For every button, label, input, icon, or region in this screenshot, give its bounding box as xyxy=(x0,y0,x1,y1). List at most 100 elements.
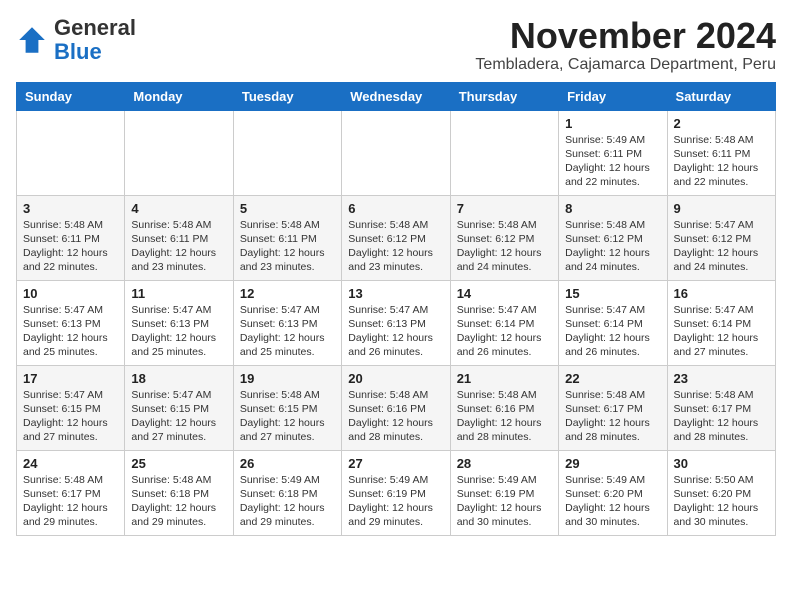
day-number: 30 xyxy=(674,456,769,471)
day-number: 4 xyxy=(131,201,226,216)
day-number: 21 xyxy=(457,371,552,386)
col-saturday: Saturday xyxy=(667,82,775,110)
day-info: Sunrise: 5:47 AM Sunset: 6:13 PM Dayligh… xyxy=(348,303,443,360)
day-info: Sunrise: 5:49 AM Sunset: 6:20 PM Dayligh… xyxy=(565,473,660,530)
calendar-cell: 17Sunrise: 5:47 AM Sunset: 6:15 PM Dayli… xyxy=(17,365,125,450)
logo-blue: Blue xyxy=(54,39,102,64)
col-monday: Monday xyxy=(125,82,233,110)
calendar-cell: 4 Sunrise: 5:48 AM Sunset: 6:11 PM Daylig… xyxy=(125,195,233,280)
day-number: 15 xyxy=(565,286,660,301)
logo-text: General Blue xyxy=(54,16,136,64)
day-number: 17 xyxy=(23,371,118,386)
day-info: Sunrise: 5:48 AM Sunset: 6:16 PM Dayligh… xyxy=(348,388,443,445)
day-number: 7 xyxy=(457,201,552,216)
logo-icon xyxy=(16,24,48,56)
calendar-cell xyxy=(17,110,125,195)
day-number: 8 xyxy=(565,201,660,216)
calendar-cell: 26 Sunrise: 5:49 AM Sunset: 6:18 PM Dayli… xyxy=(233,450,341,535)
day-info: Sunrise: 5:48 AM Sunset: 6:11 PM Dayligh… xyxy=(240,218,335,275)
logo: General Blue xyxy=(16,16,136,64)
calendar-week-4: 17 Sunrise: 5:47 AM Sunset: 6:15 PM Dayli… xyxy=(17,365,776,450)
calendar-cell: 21 Sunrise: 5:48 AM Sunset: 6:16 PM Dayli… xyxy=(450,365,558,450)
day-info: Sunrise: 5:47 AM Sunset: 6:15 PM Dayligh… xyxy=(131,388,226,445)
day-number: 24 xyxy=(23,456,118,471)
day-number: 23 xyxy=(674,371,769,386)
day-info: Sunrise: 5:47 AM Sunset: 6:12 PM Dayligh… xyxy=(674,218,769,275)
calendar-cell: 18 Sunrise: 5:47 AM Sunset: 6:15 PM Dayli… xyxy=(125,365,233,450)
day-number: 20 xyxy=(348,371,443,386)
day-info: Sunrise: 5:47 AM Sunset: 6:14 PM Dayligh… xyxy=(674,303,769,360)
day-info: Sunrise: 5:48 AM Sunset: 6:17 PM Dayligh… xyxy=(565,388,660,445)
calendar-cell: 22 Sunrise: 5:48 AM Sunset: 6:17 PM Dayli… xyxy=(559,365,667,450)
calendar-week-1: 1Sunrise: 5:49 AM Sunset: 6:11 PM Daylig… xyxy=(17,110,776,195)
day-info: Sunrise: 5:48 AM Sunset: 6:15 PM Dayligh… xyxy=(240,388,335,445)
calendar: Sunday Monday Tuesday Wednesday Thursday… xyxy=(16,82,776,536)
day-info: Sunrise: 5:47 AM Sunset: 6:13 PM Dayligh… xyxy=(240,303,335,360)
calendar-cell: 28 Sunrise: 5:49 AM Sunset: 6:19 PM Dayli… xyxy=(450,450,558,535)
day-info: Sunrise: 5:48 AM Sunset: 6:18 PM Dayligh… xyxy=(131,473,226,530)
header-row: Sunday Monday Tuesday Wednesday Thursday… xyxy=(17,82,776,110)
calendar-cell xyxy=(233,110,341,195)
calendar-cell: 29 Sunrise: 5:49 AM Sunset: 6:20 PM Dayli… xyxy=(559,450,667,535)
calendar-cell: 11 Sunrise: 5:47 AM Sunset: 6:13 PM Dayli… xyxy=(125,280,233,365)
calendar-body: 1Sunrise: 5:49 AM Sunset: 6:11 PM Daylig… xyxy=(17,110,776,535)
calendar-cell: 12 Sunrise: 5:47 AM Sunset: 6:13 PM Dayli… xyxy=(233,280,341,365)
day-info: Sunrise: 5:48 AM Sunset: 6:17 PM Dayligh… xyxy=(674,388,769,445)
calendar-cell: 10 Sunrise: 5:47 AM Sunset: 6:13 PM Dayli… xyxy=(17,280,125,365)
calendar-cell: 27Sunrise: 5:49 AM Sunset: 6:19 PM Dayli… xyxy=(342,450,450,535)
day-number: 12 xyxy=(240,286,335,301)
col-wednesday: Wednesday xyxy=(342,82,450,110)
header: General Blue November 2024 Tembladera, C… xyxy=(16,16,776,74)
calendar-cell: 23 Sunrise: 5:48 AM Sunset: 6:17 PM Dayli… xyxy=(667,365,775,450)
calendar-cell: 25 Sunrise: 5:48 AM Sunset: 6:18 PM Dayli… xyxy=(125,450,233,535)
col-sunday: Sunday xyxy=(17,82,125,110)
col-tuesday: Tuesday xyxy=(233,82,341,110)
day-info: Sunrise: 5:48 AM Sunset: 6:11 PM Dayligh… xyxy=(23,218,118,275)
day-number: 13 xyxy=(348,286,443,301)
calendar-cell: 2Sunrise: 5:48 AM Sunset: 6:11 PM Daylig… xyxy=(667,110,775,195)
title-area: November 2024 Tembladera, Cajamarca Depa… xyxy=(475,16,776,74)
day-number: 5 xyxy=(240,201,335,216)
day-info: Sunrise: 5:49 AM Sunset: 6:19 PM Dayligh… xyxy=(457,473,552,530)
day-info: Sunrise: 5:49 AM Sunset: 6:18 PM Dayligh… xyxy=(240,473,335,530)
day-info: Sunrise: 5:50 AM Sunset: 6:20 PM Dayligh… xyxy=(674,473,769,530)
calendar-cell: 13 Sunrise: 5:47 AM Sunset: 6:13 PM Dayli… xyxy=(342,280,450,365)
calendar-cell: 14Sunrise: 5:47 AM Sunset: 6:14 PM Dayli… xyxy=(450,280,558,365)
day-info: Sunrise: 5:48 AM Sunset: 6:11 PM Dayligh… xyxy=(131,218,226,275)
calendar-cell: 6Sunrise: 5:48 AM Sunset: 6:12 PM Daylig… xyxy=(342,195,450,280)
month-title: November 2024 xyxy=(475,16,776,56)
day-number: 26 xyxy=(240,456,335,471)
calendar-cell xyxy=(450,110,558,195)
day-number: 19 xyxy=(240,371,335,386)
logo-general: General xyxy=(54,15,136,40)
calendar-cell xyxy=(125,110,233,195)
calendar-cell: 16 Sunrise: 5:47 AM Sunset: 6:14 PM Dayli… xyxy=(667,280,775,365)
day-number: 18 xyxy=(131,371,226,386)
day-number: 3 xyxy=(23,201,118,216)
calendar-week-2: 3 Sunrise: 5:48 AM Sunset: 6:11 PM Daylig… xyxy=(17,195,776,280)
calendar-cell: 1Sunrise: 5:49 AM Sunset: 6:11 PM Daylig… xyxy=(559,110,667,195)
day-number: 28 xyxy=(457,456,552,471)
day-info: Sunrise: 5:48 AM Sunset: 6:12 PM Dayligh… xyxy=(457,218,552,275)
day-info: Sunrise: 5:47 AM Sunset: 6:13 PM Dayligh… xyxy=(23,303,118,360)
calendar-cell: 5 Sunrise: 5:48 AM Sunset: 6:11 PM Daylig… xyxy=(233,195,341,280)
day-number: 25 xyxy=(131,456,226,471)
day-number: 11 xyxy=(131,286,226,301)
day-number: 16 xyxy=(674,286,769,301)
calendar-cell: 20 Sunrise: 5:48 AM Sunset: 6:16 PM Dayli… xyxy=(342,365,450,450)
calendar-cell: 7 Sunrise: 5:48 AM Sunset: 6:12 PM Daylig… xyxy=(450,195,558,280)
day-info: Sunrise: 5:48 AM Sunset: 6:16 PM Dayligh… xyxy=(457,388,552,445)
day-number: 27 xyxy=(348,456,443,471)
calendar-cell: 24Sunrise: 5:48 AM Sunset: 6:17 PM Dayli… xyxy=(17,450,125,535)
calendar-cell xyxy=(342,110,450,195)
day-number: 22 xyxy=(565,371,660,386)
day-number: 29 xyxy=(565,456,660,471)
day-number: 14 xyxy=(457,286,552,301)
day-info: Sunrise: 5:48 AM Sunset: 6:12 PM Dayligh… xyxy=(565,218,660,275)
calendar-cell: 19 Sunrise: 5:48 AM Sunset: 6:15 PM Dayli… xyxy=(233,365,341,450)
day-number: 10 xyxy=(23,286,118,301)
calendar-cell: 9Sunrise: 5:47 AM Sunset: 6:12 PM Daylig… xyxy=(667,195,775,280)
calendar-cell: 30 Sunrise: 5:50 AM Sunset: 6:20 PM Dayli… xyxy=(667,450,775,535)
day-info: Sunrise: 5:47 AM Sunset: 6:13 PM Dayligh… xyxy=(131,303,226,360)
day-info: Sunrise: 5:49 AM Sunset: 6:11 PM Dayligh… xyxy=(565,133,660,190)
